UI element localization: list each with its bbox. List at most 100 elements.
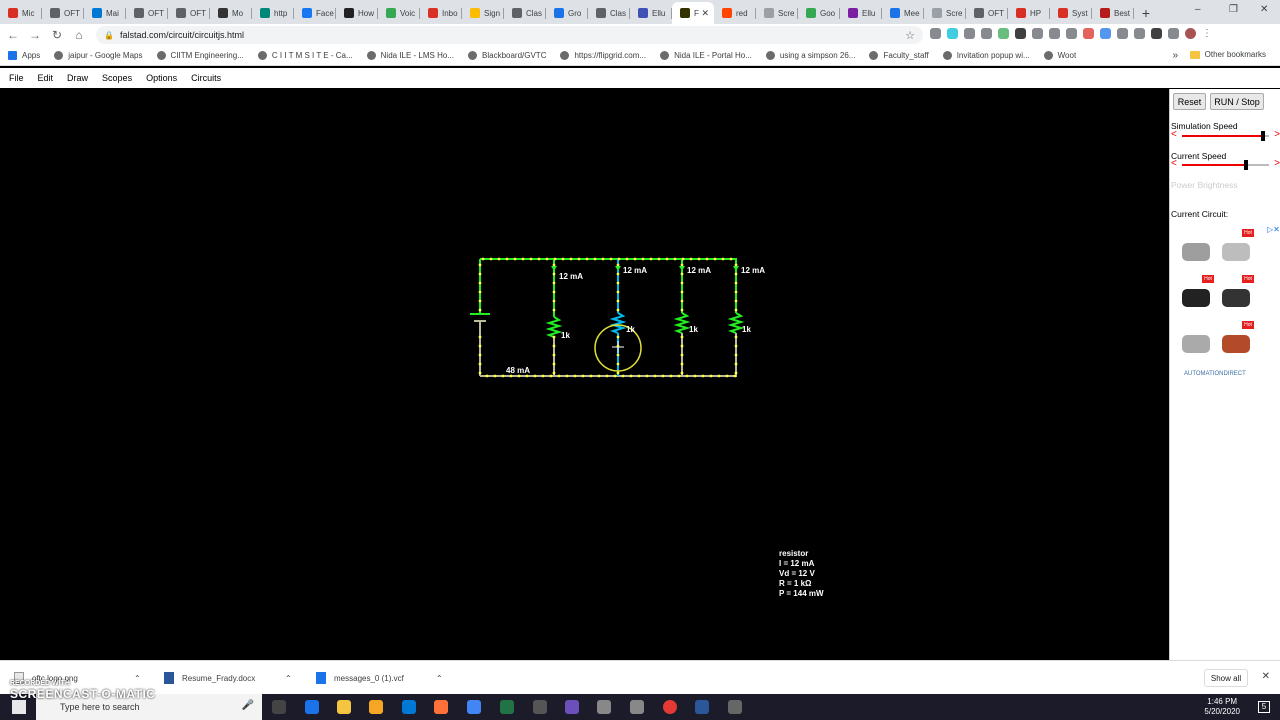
new-tab-button[interactable]: +	[1134, 2, 1158, 24]
address-bar[interactable]: 🔒 falstad.com/circuit/circuitjs.html ☆	[96, 26, 923, 44]
ad-choices-icon[interactable]: ▷✕	[1267, 225, 1280, 234]
search-input[interactable]: Type here to search	[60, 702, 140, 712]
task-view-icon[interactable]	[272, 700, 286, 714]
browser-tab[interactable]: How	[336, 2, 378, 24]
app-icon[interactable]	[630, 700, 644, 714]
avatar[interactable]	[1185, 28, 1196, 39]
browser-tab[interactable]: Mic	[0, 2, 42, 24]
chevron-up-icon[interactable]: ⌃	[285, 661, 292, 695]
browser-tab[interactable]: Inbo	[420, 2, 462, 24]
extension-icon[interactable]	[1117, 28, 1128, 39]
extension-icon[interactable]	[1083, 28, 1094, 39]
screencast-icon[interactable]	[663, 700, 677, 714]
menu-options[interactable]: Options	[146, 73, 177, 83]
bookmark-item[interactable]: Faculty_staff	[869, 51, 929, 60]
menu-file[interactable]: File	[9, 73, 24, 83]
browser-tab[interactable]: Scre	[924, 2, 966, 24]
bookmark-item[interactable]: Invitation popup wi...	[942, 51, 1030, 60]
notification-icon[interactable]: 5	[1258, 701, 1270, 713]
bookmark-item[interactable]: jaipur - Google Maps	[54, 51, 143, 60]
app-icon[interactable]	[565, 700, 579, 714]
browser-tab[interactable]: Ellu	[630, 2, 672, 24]
browser-tab[interactable]: OFT	[966, 2, 1008, 24]
slider-left-arrow[interactable]: <	[1171, 158, 1177, 169]
extension-icon[interactable]	[964, 28, 975, 39]
extension-icon[interactable]	[1015, 28, 1026, 39]
browser-tab[interactable]: Face	[294, 2, 336, 24]
browser-tab[interactable]: Mai	[84, 2, 126, 24]
reload-icon[interactable]: ↻	[46, 28, 68, 42]
minimize-button[interactable]: –	[1195, 4, 1201, 15]
browser-tab[interactable]: Voic	[378, 2, 420, 24]
windows-start-icon[interactable]	[12, 700, 26, 714]
reset-button[interactable]: Reset	[1173, 93, 1206, 110]
bookmark-item[interactable]: C I I T M S I T E - Ca...	[257, 51, 353, 60]
browser-tab[interactable]: Mee	[882, 2, 924, 24]
browser-tab[interactable]: http	[252, 2, 294, 24]
home-icon[interactable]: ⌂	[68, 28, 90, 42]
extension-icon[interactable]	[1168, 28, 1179, 39]
chevron-up-icon[interactable]: ⌃	[436, 661, 443, 695]
circuit-canvas[interactable]: 12 mA 12 mA 12 mA 12 mA 48 mA 1k 1k 1k 1…	[0, 89, 1169, 660]
bookmark-item[interactable]: CIITM Engineering...	[156, 51, 244, 60]
simulation-speed-slider[interactable]: < >	[1170, 129, 1280, 141]
ad-brand-logo[interactable]: AUTOMATIONDIRECT	[1184, 371, 1246, 377]
maximize-button[interactable]: ❐	[1229, 4, 1238, 15]
browser-tab[interactable]: red	[714, 2, 756, 24]
firefox-icon[interactable]	[434, 700, 448, 714]
menu-scopes[interactable]: Scopes	[102, 73, 132, 83]
extension-icon[interactable]	[1100, 28, 1111, 39]
resistor-branch-1[interactable]	[545, 259, 563, 376]
resistor-branch-2[interactable]	[609, 259, 627, 376]
star-icon[interactable]: ☆	[905, 29, 915, 42]
ad-product-image[interactable]: Hot	[1216, 321, 1254, 359]
word-icon[interactable]	[695, 700, 709, 714]
close-window-button[interactable]: ✕	[1260, 4, 1268, 15]
bookmark-item[interactable]: Nida ILE - LMS Ho...	[366, 51, 454, 60]
browser-tab[interactable]: Clas	[504, 2, 546, 24]
bookmarks-overflow-icon[interactable]: »	[1172, 50, 1178, 61]
extension-icon[interactable]	[981, 28, 992, 39]
menu-edit[interactable]: Edit	[38, 73, 54, 83]
extension-icon[interactable]	[930, 28, 941, 39]
back-icon[interactable]: ←	[2, 28, 24, 42]
bookmark-item[interactable]: Nida ILE - Portal Ho...	[660, 51, 752, 60]
close-tab-icon[interactable]: ✕	[701, 8, 709, 19]
ad-product-image[interactable]: Hot	[1176, 275, 1214, 313]
run-stop-button[interactable]: RUN / Stop	[1210, 93, 1264, 110]
bookmark-item[interactable]: Woot	[1043, 51, 1076, 60]
microphone-icon[interactable]: 🎤	[242, 700, 254, 711]
ad-product-image[interactable]	[1176, 321, 1214, 359]
slider-right-arrow[interactable]: >	[1274, 129, 1280, 140]
extension-icon[interactable]	[1134, 28, 1145, 39]
browser-tab[interactable]: OFT	[42, 2, 84, 24]
menu-draw[interactable]: Draw	[67, 73, 88, 83]
mail-icon[interactable]	[402, 700, 416, 714]
app-icon[interactable]	[597, 700, 611, 714]
browser-tab[interactable]: Sign	[462, 2, 504, 24]
chrome-icon[interactable]	[467, 700, 481, 714]
browser-tab[interactable]: OFT	[126, 2, 168, 24]
apps-bookmark[interactable]: Apps	[8, 51, 40, 60]
bookmark-item[interactable]: using a simpson 26...	[765, 51, 855, 60]
slider-right-arrow[interactable]: >	[1274, 158, 1280, 169]
clock[interactable]: 1:46 PM 5/20/2020	[1204, 697, 1240, 717]
edge-icon[interactable]	[305, 700, 319, 714]
file-explorer-icon[interactable]	[337, 700, 351, 714]
resistor-branch-4[interactable]	[727, 259, 745, 376]
maps-icon[interactable]	[533, 700, 547, 714]
extension-icon[interactable]	[1049, 28, 1060, 39]
other-bookmarks[interactable]: Other bookmarks	[1189, 50, 1266, 59]
download-item[interactable]: messages_0 (1).vcf	[316, 661, 404, 695]
store-icon[interactable]	[369, 700, 383, 714]
browser-tab[interactable]: OFT	[168, 2, 210, 24]
excel-icon[interactable]	[500, 700, 514, 714]
current-speed-slider[interactable]: < >	[1170, 158, 1280, 170]
browser-tab[interactable]: Mo	[210, 2, 252, 24]
browser-tab[interactable]: F ✕	[672, 2, 714, 24]
bookmark-item[interactable]: https://flipgrid.com...	[560, 51, 646, 60]
calculator-icon[interactable]	[728, 700, 742, 714]
bookmark-item[interactable]: Blackboard/GVTC	[468, 51, 546, 60]
forward-icon[interactable]: →	[24, 28, 46, 42]
kebab-menu-icon[interactable]: ⋮	[1202, 28, 1212, 39]
